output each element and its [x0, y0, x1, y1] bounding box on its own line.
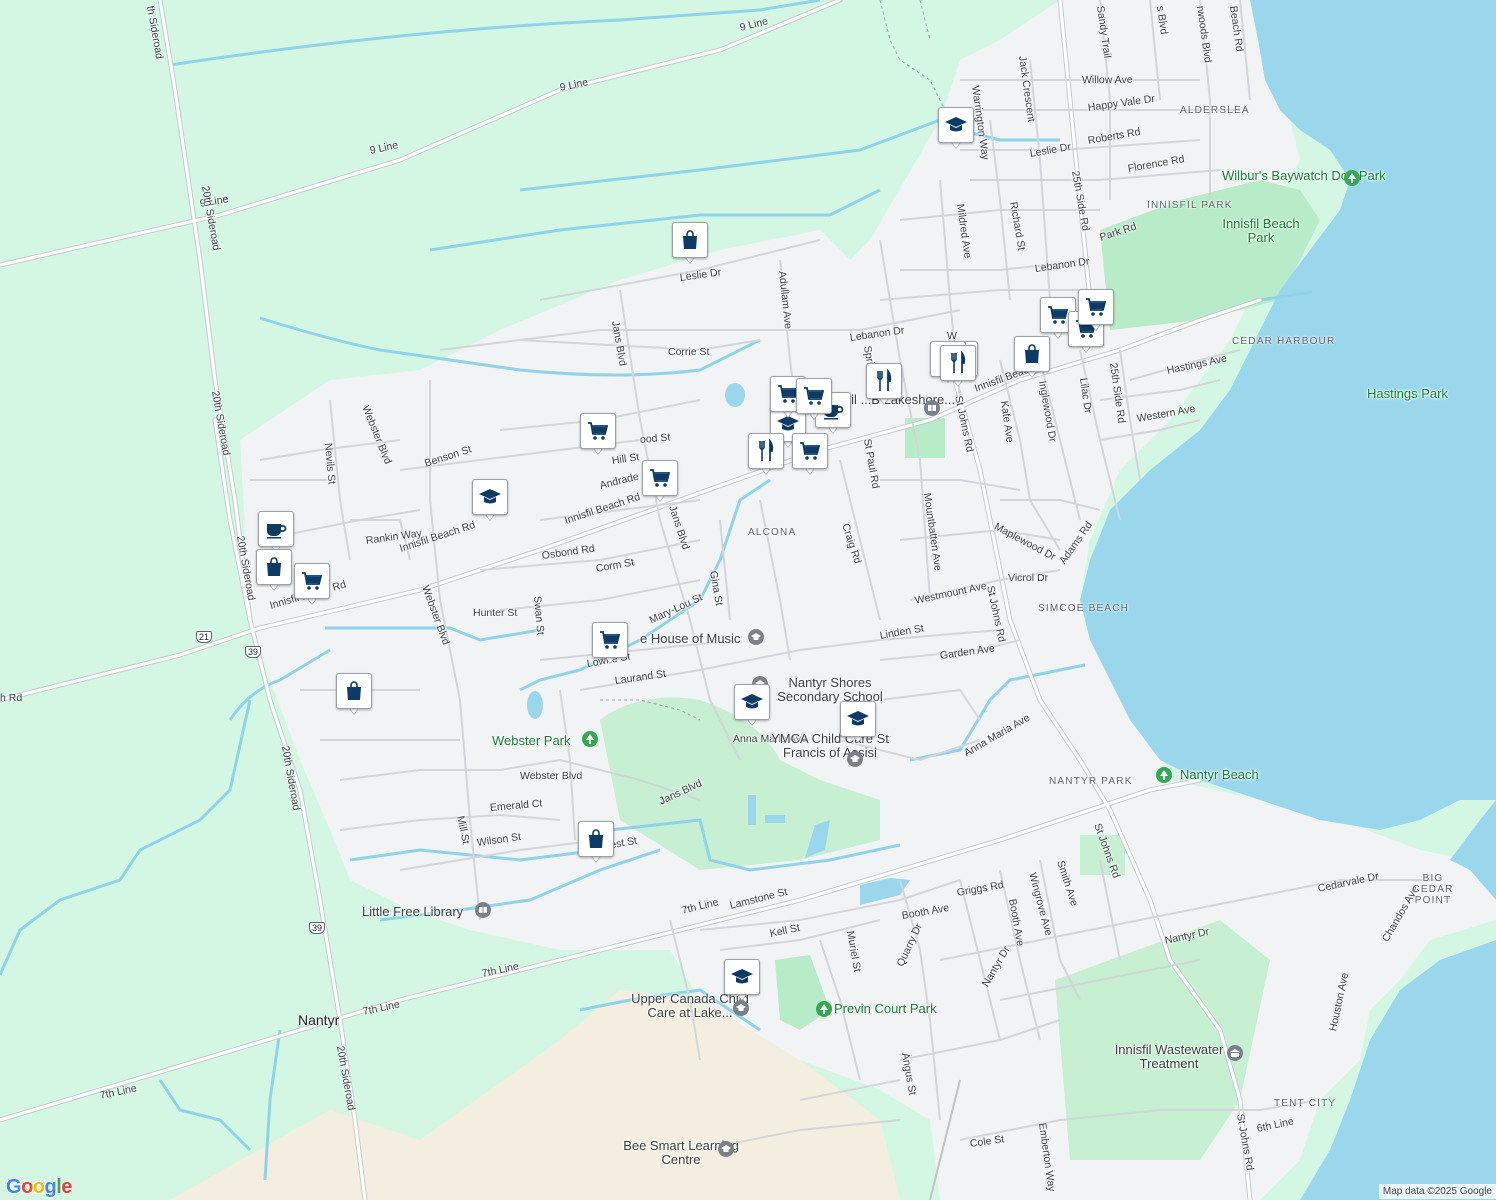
street-label: h Rd [0, 692, 23, 704]
shopping-cart-icon [294, 563, 330, 599]
town-label: Nantyr [298, 1012, 340, 1028]
map-pin[interactable] [938, 107, 974, 151]
map-pin[interactable] [840, 701, 876, 745]
tree-icon[interactable] [1344, 170, 1360, 186]
park-label: Wilbur's Baywatch Dog Park [1222, 168, 1386, 183]
map-pin[interactable] [580, 413, 616, 457]
shopping-cart-icon [592, 622, 628, 658]
area-label: SIMCOE BEACH [1038, 603, 1130, 614]
area-label: TENT CITY [1274, 1098, 1337, 1109]
tree-icon[interactable] [1156, 767, 1172, 783]
park-label: Nantyr Beach [1180, 767, 1259, 782]
park-label: Innisfil Beach Park [1222, 216, 1300, 245]
place-label: Innisfil Wastewater Treatment [1114, 1042, 1224, 1071]
school-icon[interactable] [847, 751, 863, 767]
map-pin[interactable] [748, 433, 784, 477]
utensils-icon [748, 433, 784, 469]
shopping-bag-icon [336, 673, 372, 709]
graduation-cap-icon [724, 959, 760, 995]
tree-icon[interactable] [816, 1001, 832, 1017]
shopping-bag-icon [256, 549, 292, 585]
utensils-icon [940, 345, 976, 381]
map-pin[interactable] [1014, 336, 1050, 380]
library-icon[interactable] [475, 902, 491, 918]
highway-shield: 39 [309, 922, 326, 934]
street-label: Hunter St [473, 607, 518, 619]
map-pin[interactable] [724, 959, 760, 1003]
shopping-cart-icon [792, 433, 828, 469]
area-label: ALDERSLEA [1180, 105, 1250, 116]
place-label: Nantyr Shores Secondary School [777, 675, 883, 704]
school-icon[interactable] [718, 1141, 734, 1157]
map-pin[interactable] [336, 673, 372, 717]
shopping-bag-icon [578, 821, 614, 857]
utensils-icon [866, 363, 902, 399]
park-label: Previn Court Park [834, 1001, 937, 1016]
map-pin[interactable] [866, 363, 902, 407]
graduation-cap-icon [472, 479, 508, 515]
place-label: e House of Music [640, 631, 741, 646]
coffee-icon [258, 511, 294, 547]
place-label: Little Free Library [362, 904, 464, 919]
street-label: Corrie St [668, 346, 710, 358]
street-label: Vicrol Dr [1008, 572, 1049, 584]
shopping-bag-icon [672, 222, 708, 258]
area-label: CEDAR HARBOUR [1232, 336, 1336, 347]
shopping-cart-icon [796, 378, 832, 414]
graduation-cap-icon [734, 684, 770, 720]
google-logo: Google [6, 1176, 72, 1198]
map-pin[interactable] [578, 821, 614, 865]
highway-shield: 39 [245, 646, 262, 658]
area-label: NANTYR PARK [1049, 776, 1133, 787]
library-icon[interactable] [924, 400, 940, 416]
school-icon[interactable] [748, 629, 764, 645]
highway-shield: 21 [196, 631, 213, 643]
map-pin[interactable] [642, 460, 678, 504]
street-label: Webster Blvd [520, 770, 583, 782]
shopping-cart-icon [1078, 289, 1114, 325]
map-attribution[interactable]: Map data ©2025 Google [1378, 1184, 1496, 1199]
street-label: Willow Ave [1082, 74, 1133, 86]
map-pin[interactable] [792, 433, 828, 477]
building-icon[interactable] [1227, 1045, 1243, 1061]
graduation-cap-icon [938, 107, 974, 143]
map-pin[interactable] [256, 549, 292, 593]
map-pin[interactable] [940, 345, 976, 389]
shopping-cart-icon [642, 460, 678, 496]
shopping-cart-icon [580, 413, 616, 449]
map-pin[interactable] [672, 222, 708, 266]
map-pin[interactable] [592, 622, 628, 666]
map-pin[interactable] [472, 479, 508, 523]
map-pin[interactable] [1078, 289, 1114, 333]
map-pin[interactable] [294, 563, 330, 607]
tree-icon[interactable] [582, 731, 598, 747]
shopping-bag-icon [1014, 336, 1050, 372]
area-label: INNISFIL PARK [1147, 200, 1233, 211]
place-label: YMCA Child Care St Francis of Assisi [771, 731, 889, 760]
area-label: ALCONA [748, 527, 797, 538]
park-label: Hastings Park [1367, 386, 1448, 401]
graduation-cap-icon [840, 701, 876, 737]
map-pin[interactable] [796, 378, 832, 422]
map-pin[interactable] [734, 684, 770, 728]
area-label: BIG CEDAR POINT [1412, 873, 1454, 906]
park-label: Webster Park [492, 733, 571, 748]
